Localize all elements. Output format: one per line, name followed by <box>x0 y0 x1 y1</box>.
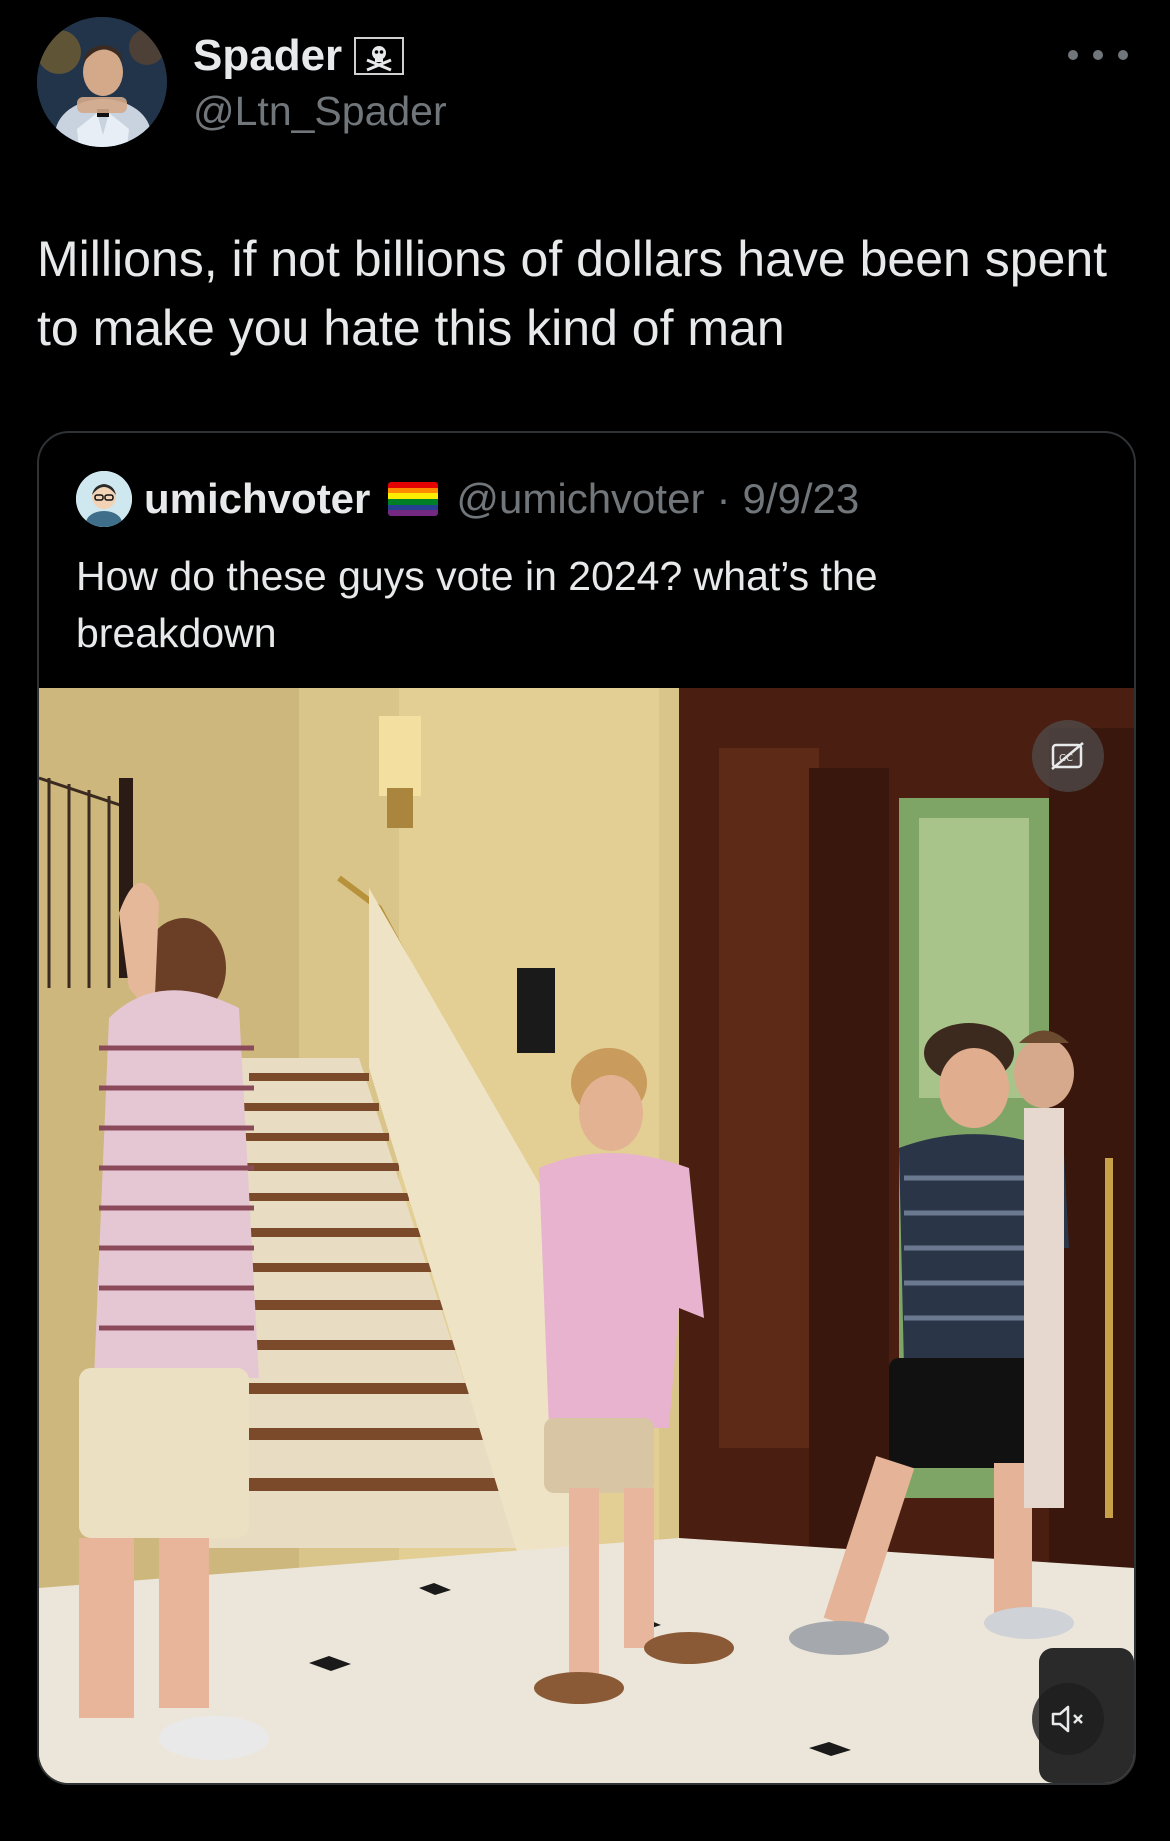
mute-button[interactable] <box>1032 1683 1104 1755</box>
author-handle[interactable]: @Ltn_Spader <box>193 87 447 135</box>
more-options-button[interactable] <box>1068 40 1128 70</box>
tweet-text: Millions, if not billions of dollars hav… <box>37 231 1108 356</box>
author-display-name[interactable]: Spader <box>193 30 342 82</box>
quote-author-display-name[interactable]: umichvoter <box>144 475 370 523</box>
speaker-muted-icon <box>1049 1703 1087 1735</box>
captions-off-icon: CC <box>1051 741 1085 771</box>
quote-author-avatar[interactable] <box>76 471 132 527</box>
rainbow-flag-icon <box>388 482 439 516</box>
author-avatar[interactable] <box>37 17 167 147</box>
video-player[interactable]: CC <box>39 688 1134 1783</box>
captions-button[interactable]: CC <box>1032 720 1104 792</box>
quoted-tweet-card[interactable]: umichvoter @umichvoter · 9/9/23 How do t… <box>37 431 1136 1785</box>
quote-date[interactable]: 9/9/23 <box>742 475 859 523</box>
quote-separator: · <box>716 475 731 522</box>
quote-author-handle[interactable]: @umichvoter <box>456 475 704 523</box>
quote-text: How do these guys vote in 2024? what’s t… <box>76 553 878 656</box>
more-horizontal-icon <box>1068 50 1078 60</box>
pirate-flag-icon <box>354 37 405 75</box>
